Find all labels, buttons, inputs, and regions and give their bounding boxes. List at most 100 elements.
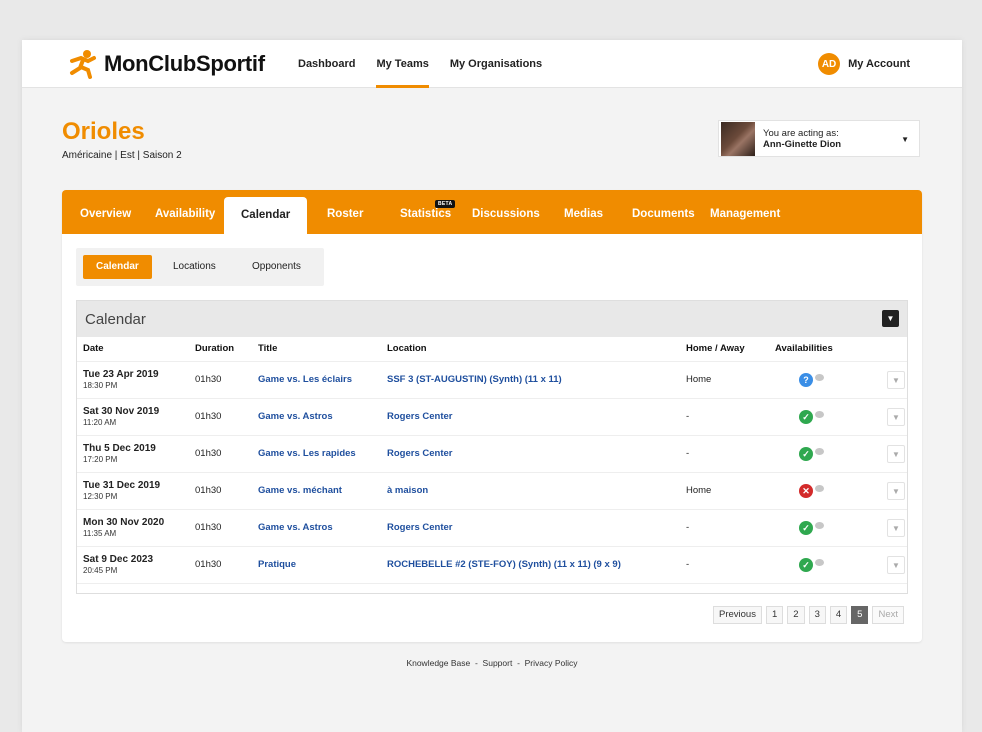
comment-bubble-icon[interactable]: [815, 448, 824, 455]
event-home-away: -: [686, 546, 775, 584]
title-cell: Pratique: [258, 546, 387, 584]
caret-down-icon: ▼: [901, 135, 909, 144]
team-tabs: Overview Availability Calendar Roster St…: [62, 190, 922, 234]
pagination-next[interactable]: Next: [872, 606, 904, 624]
comment-bubble-icon[interactable]: [815, 522, 824, 529]
footer-knowledge-base-link[interactable]: Knowledge Base: [406, 658, 470, 668]
chevron-down-icon[interactable]: ▼: [887, 518, 905, 537]
unknown-question-icon[interactable]: ?: [799, 372, 813, 387]
available-check-icon[interactable]: ✓: [799, 409, 813, 424]
comment-bubble-icon[interactable]: [815, 374, 824, 381]
event-time: 11:20 AM: [83, 418, 117, 427]
event-time: 20:45 PM: [83, 566, 118, 575]
subtab-opponents[interactable]: Opponents: [252, 255, 301, 279]
event-date: Tue 23 Apr 2019: [83, 369, 159, 380]
tab-documents[interactable]: Documents: [632, 190, 695, 234]
acting-as-selector[interactable]: You are acting as: Ann-Ginette Dion ▼: [718, 120, 920, 157]
pagination-page-4[interactable]: 4: [829, 606, 848, 624]
pagination-page-2[interactable]: 2: [787, 606, 805, 624]
logo-text: MonClubSportif: [104, 51, 265, 76]
tab-medias[interactable]: Medias: [564, 190, 603, 234]
tab-overview[interactable]: Overview: [80, 190, 131, 234]
event-date: Tue 31 Dec 2019: [83, 480, 161, 491]
event-location-link[interactable]: Rogers Center: [387, 522, 452, 533]
collapse-toggle-icon[interactable]: ▼: [882, 310, 899, 327]
event-time: 18:30 PM: [83, 381, 118, 390]
table-row: Tue 23 Apr 2019 18:30 PM 01h30 Game vs. Les…: [77, 361, 907, 399]
event-duration: 01h30: [195, 509, 258, 547]
event-title-link[interactable]: Game vs. méchant: [258, 485, 342, 496]
nav-dashboard[interactable]: Dashboard: [298, 40, 355, 88]
avatar: AD: [818, 53, 841, 75]
event-date: Sat 30 Nov 2019: [83, 406, 160, 417]
event-time: 17:20 PM: [83, 455, 118, 464]
calendar-panel-title: Calendar: [85, 311, 146, 328]
footer-privacy-policy-link[interactable]: Privacy Policy: [525, 658, 578, 668]
nav-my-organisations[interactable]: My Organisations: [450, 40, 542, 88]
pagination-page-3[interactable]: 3: [808, 606, 826, 624]
event-title-link[interactable]: Game vs. Les rapides: [258, 448, 356, 459]
title-cell: Game vs. Les éclairs: [258, 361, 387, 399]
pagination-previous[interactable]: Previous: [713, 606, 762, 624]
comment-bubble-icon[interactable]: [815, 559, 824, 566]
event-location-link[interactable]: ROCHEBELLE #2 (STE-FOY) (Synth) (11 x 11…: [387, 559, 621, 570]
pagination-page-5[interactable]: 5: [851, 606, 869, 624]
comment-bubble-icon[interactable]: [815, 485, 824, 492]
event-location-link[interactable]: SSF 3 (ST-AUGUSTIN) (Synth) (11 x 11): [387, 374, 562, 385]
pagination-page-1[interactable]: 1: [765, 606, 784, 624]
actions-cell: ▼: [875, 472, 907, 510]
tab-availability[interactable]: Availability: [155, 190, 215, 234]
event-duration: 01h30: [195, 435, 258, 473]
chevron-down-icon[interactable]: ▼: [887, 444, 905, 463]
event-title-link[interactable]: Pratique: [258, 559, 296, 570]
event-location-link[interactable]: Rogers Center: [387, 411, 452, 422]
location-cell: Rogers Center: [387, 398, 686, 436]
tab-roster[interactable]: Roster: [327, 190, 363, 234]
availability-cell: ✕: [775, 472, 875, 510]
comment-bubble-icon[interactable]: [815, 411, 824, 418]
account-menu[interactable]: AD My Account: [818, 53, 910, 75]
unavailable-x-icon[interactable]: ✕: [799, 483, 813, 498]
location-cell: ROCHEBELLE #2 (STE-FOY) (Synth) (11 x 11…: [387, 546, 686, 584]
available-check-icon[interactable]: ✓: [799, 557, 813, 572]
event-title-link[interactable]: Game vs. Astros: [258, 522, 333, 533]
date-cell: Sat 30 Nov 2019 11:20 AM: [77, 398, 195, 436]
subtab-locations[interactable]: Locations: [173, 255, 216, 279]
event-title-link[interactable]: Game vs. Astros: [258, 411, 333, 422]
runner-logo-icon: [70, 50, 96, 79]
tab-management[interactable]: Management: [710, 190, 780, 234]
col-duration: Duration: [195, 337, 258, 362]
date-cell: Mon 30 Nov 2020 11:35 AM: [77, 509, 195, 547]
event-location-link[interactable]: Rogers Center: [387, 448, 452, 459]
team-title: Orioles: [62, 118, 145, 145]
table-row: Sat 9 Dec 2023 20:45 PM 01h30 Pratique ROCHE…: [77, 546, 907, 584]
chevron-down-icon[interactable]: ▼: [887, 370, 905, 389]
chevron-down-icon[interactable]: ▼: [887, 481, 905, 500]
logo[interactable]: MonClubSportif: [68, 48, 265, 80]
subtab-calendar[interactable]: Calendar: [83, 255, 152, 279]
event-home-away: Home: [686, 472, 775, 510]
event-home-away: Home: [686, 361, 775, 399]
tab-discussions[interactable]: Discussions: [472, 190, 540, 234]
table-row: Tue 31 Dec 2019 12:30 PM 01h30 Game vs. méc…: [77, 472, 907, 510]
available-check-icon[interactable]: ✓: [799, 520, 813, 535]
footer-support-link[interactable]: Support: [483, 658, 513, 668]
tab-statistics[interactable]: Statistics: [400, 190, 451, 234]
event-location-link[interactable]: à maison: [387, 485, 428, 496]
nav-my-teams[interactable]: My Teams: [376, 40, 430, 88]
tab-calendar[interactable]: Calendar: [224, 197, 308, 234]
calendar-rows: Tue 23 Apr 2019 18:30 PM 01h30 Game vs. Les…: [77, 361, 907, 584]
available-check-icon[interactable]: ✓: [799, 446, 813, 461]
title-cell: Game vs. Les rapides: [258, 435, 387, 473]
event-date: Thu 5 Dec 2019: [83, 443, 156, 454]
availability-cell: ✓: [775, 509, 875, 547]
chevron-down-icon[interactable]: ▼: [887, 555, 905, 574]
pagination: Previous 1 2 3 4 5 Next: [709, 606, 904, 624]
acting-as-name: Ann-Ginette Dion: [763, 138, 842, 150]
date-cell: Tue 23 Apr 2019 18:30 PM: [77, 361, 195, 399]
event-title-link[interactable]: Game vs. Les éclairs: [258, 374, 352, 385]
chevron-down-icon[interactable]: ▼: [887, 407, 905, 426]
event-duration: 01h30: [195, 546, 258, 584]
availability-cell: ✓: [775, 398, 875, 436]
availability-cell: ?: [775, 361, 875, 399]
